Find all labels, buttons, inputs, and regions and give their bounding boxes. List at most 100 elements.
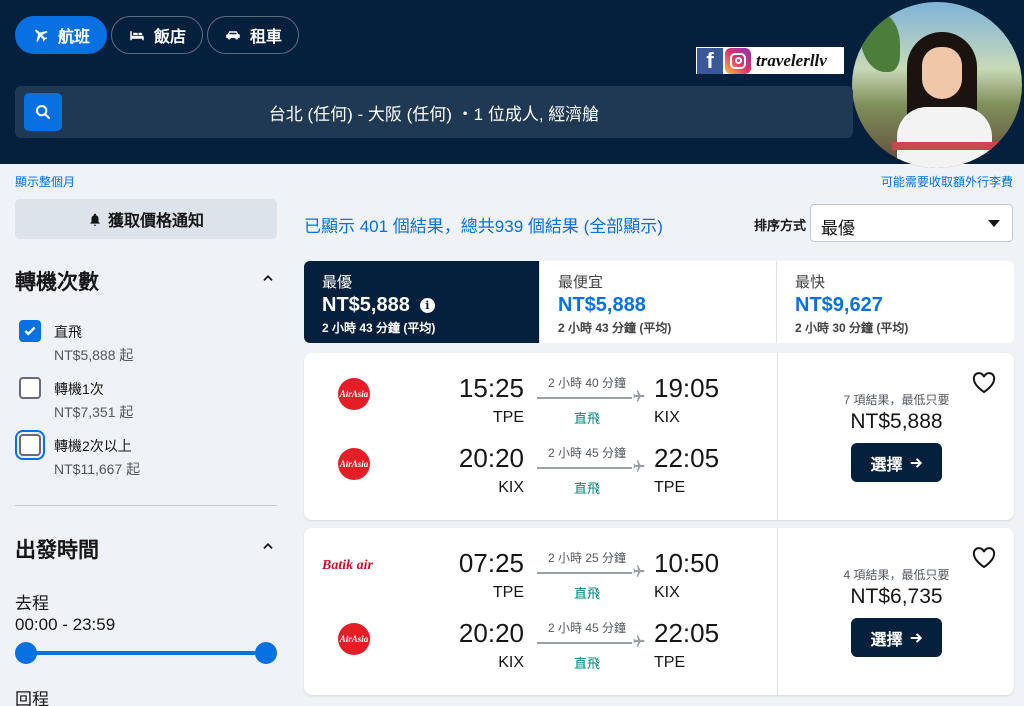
tab-name: 最便宜 bbox=[558, 274, 604, 291]
route-line bbox=[537, 642, 632, 644]
plane-icon bbox=[633, 635, 645, 647]
tab-price: NT$5,888 bbox=[322, 294, 410, 316]
result-count[interactable]: 已顯示 401 個結果，總共939 個結果 (全部顯示) bbox=[304, 212, 663, 237]
select-button[interactable]: 選擇 bbox=[851, 443, 942, 482]
heart-icon[interactable] bbox=[972, 372, 996, 394]
arrival-airport: KIX bbox=[654, 409, 680, 426]
checkbox-direct[interactable] bbox=[19, 320, 41, 342]
stop-option-label: 直飛 bbox=[54, 324, 82, 340]
select-button-label: 選擇 bbox=[870, 631, 903, 649]
checkmark-icon bbox=[24, 326, 36, 336]
flight-leg: Batik air 07:25 TPE 2 小時 25 分鐘 直飛 10:50 … bbox=[304, 548, 777, 608]
stops-section-title: 轉機次數 bbox=[15, 271, 99, 294]
caret-down-icon bbox=[988, 220, 1000, 227]
result-card[interactable]: AirAsia 15:25 TPE 2 小時 40 分鐘 直飛 19:05 KI… bbox=[304, 353, 1014, 520]
tab-cheapest[interactable]: 最便宜 NT$5,888 2 小時 43 分鐘 (平均) bbox=[540, 261, 777, 343]
facebook-icon: f bbox=[697, 47, 723, 74]
flight-leg: AirAsia 15:25 TPE 2 小時 40 分鐘 直飛 19:05 KI… bbox=[304, 373, 777, 433]
search-summary-bar[interactable]: 台北 (任何) - 大阪 (任何) ・1 位成人, 經濟艙 bbox=[15, 86, 853, 138]
tab-fastest[interactable]: 最快 NT$9,627 2 小時 30 分鐘 (平均) bbox=[777, 261, 1014, 343]
card-price: NT$6,735 bbox=[850, 585, 943, 608]
outbound-slider-track[interactable] bbox=[25, 651, 266, 655]
flight-duration: 2 小時 40 分鐘 bbox=[547, 376, 627, 390]
batik-air-logo: Batik air bbox=[322, 558, 373, 573]
return-label: 回程 bbox=[15, 690, 49, 706]
slider-handle-start[interactable] bbox=[15, 642, 37, 664]
stops-label: 直飛 bbox=[573, 481, 600, 496]
arrival-airport: TPE bbox=[654, 654, 686, 671]
tab-cars[interactable]: 租車 bbox=[207, 16, 299, 54]
price-alert-label: 獲取價格通知 bbox=[107, 213, 204, 230]
outbound-label: 去程 bbox=[15, 594, 49, 613]
tab-price-row: NT$5,888 i bbox=[322, 294, 539, 317]
flight-duration: 2 小時 45 分鐘 bbox=[547, 446, 627, 460]
sort-dropdown[interactable]: 最優 bbox=[810, 204, 1013, 242]
sort-label: 排序方式 bbox=[754, 218, 807, 233]
bell-icon bbox=[90, 213, 100, 226]
airasia-logo: AirAsia bbox=[338, 623, 370, 655]
tab-flights-label: 航班 bbox=[57, 29, 90, 46]
stop-option-price: NT$11,667 起 bbox=[54, 461, 141, 477]
departure-time: 20:20 bbox=[458, 618, 524, 648]
divider bbox=[15, 505, 277, 506]
outbound-range: 00:00 - 23:59 bbox=[15, 615, 116, 634]
chevron-up-icon[interactable] bbox=[261, 271, 275, 285]
slider-handle-end[interactable] bbox=[255, 642, 277, 664]
arrow-right-icon bbox=[910, 632, 922, 643]
arrival-time: 10:50 bbox=[654, 548, 720, 578]
top-header: 航班 飯店 租車 f travelerllv 台北 (任何) - 大阪 (任何)… bbox=[0, 0, 1024, 168]
departure-airport: TPE bbox=[492, 584, 524, 601]
car-icon bbox=[226, 31, 240, 40]
tab-price: NT$9,627 bbox=[795, 294, 883, 316]
stop-option-label: 轉機2次以上 bbox=[54, 438, 132, 454]
departure-time: 15:25 bbox=[458, 373, 524, 403]
result-card[interactable]: Batik air 07:25 TPE 2 小時 25 分鐘 直飛 10:50 … bbox=[304, 528, 1014, 695]
show-whole-month-link[interactable]: 顯示整個月 bbox=[15, 173, 75, 190]
tab-price: NT$5,888 bbox=[558, 294, 646, 316]
stops-label: 直飛 bbox=[573, 586, 600, 601]
arrival-time: 19:05 bbox=[654, 373, 720, 403]
tab-flights[interactable]: 航班 bbox=[15, 16, 107, 54]
route-line bbox=[537, 467, 632, 469]
baggage-fee-link[interactable]: 可能需要收取額外行李費 bbox=[881, 173, 1013, 190]
tab-name: 最快 bbox=[795, 274, 826, 291]
tab-duration: 2 小時 43 分鐘 (平均) bbox=[322, 321, 436, 335]
arrival-airport: KIX bbox=[654, 584, 680, 601]
info-icon[interactable]: i bbox=[419, 298, 435, 313]
checkbox-two-plus-stops[interactable] bbox=[19, 434, 41, 456]
stops-label: 直飛 bbox=[573, 656, 600, 671]
stop-option-price: NT$7,351 起 bbox=[54, 404, 134, 420]
arrival-time: 22:05 bbox=[654, 443, 720, 473]
avatar bbox=[852, 2, 1022, 168]
search-summary-text: 台北 (任何) - 大阪 (任何) ・1 位成人, 經濟艙 bbox=[268, 105, 600, 124]
sort-tabs: 最優 NT$5,888 i 2 小時 43 分鐘 (平均) 最便宜 NT$5,8… bbox=[304, 261, 1014, 343]
departure-section-title: 出發時間 bbox=[15, 539, 99, 562]
plane-icon bbox=[633, 565, 645, 577]
heart-icon[interactable] bbox=[972, 547, 996, 569]
arrival-time: 22:05 bbox=[654, 618, 720, 648]
chevron-up-icon[interactable] bbox=[261, 539, 275, 553]
plane-icon bbox=[633, 460, 645, 472]
stops-label: 直飛 bbox=[573, 411, 600, 426]
route-line bbox=[537, 397, 632, 399]
flight-leg: AirAsia 20:20 KIX 2 小時 45 分鐘 直飛 22:05 TP… bbox=[304, 443, 777, 503]
departure-airport: KIX bbox=[498, 654, 524, 671]
tab-duration: 2 小時 43 分鐘 (平均) bbox=[558, 321, 672, 335]
arrival-airport: TPE bbox=[654, 479, 686, 496]
select-button[interactable]: 選擇 bbox=[851, 618, 942, 657]
sort-value: 最優 bbox=[821, 219, 855, 238]
checkbox-one-stop[interactable] bbox=[19, 377, 41, 399]
select-button-label: 選擇 bbox=[870, 456, 903, 474]
route-line bbox=[537, 572, 632, 574]
plane-icon bbox=[35, 29, 48, 43]
airasia-logo: AirAsia bbox=[338, 448, 370, 480]
price-alert-button[interactable]: 獲取價格通知 bbox=[15, 199, 277, 239]
departure-airport: KIX bbox=[498, 479, 524, 496]
itinerary: AirAsia 15:25 TPE 2 小時 40 分鐘 直飛 19:05 KI… bbox=[304, 353, 777, 520]
tab-best[interactable]: 最優 NT$5,888 i 2 小時 43 分鐘 (平均) bbox=[304, 261, 540, 343]
tab-hotels[interactable]: 飯店 bbox=[111, 16, 203, 54]
arrow-right-icon bbox=[910, 457, 922, 468]
plane-icon bbox=[633, 390, 645, 402]
flight-duration: 2 小時 45 分鐘 bbox=[547, 621, 627, 635]
flight-duration: 2 小時 25 分鐘 bbox=[547, 551, 627, 565]
